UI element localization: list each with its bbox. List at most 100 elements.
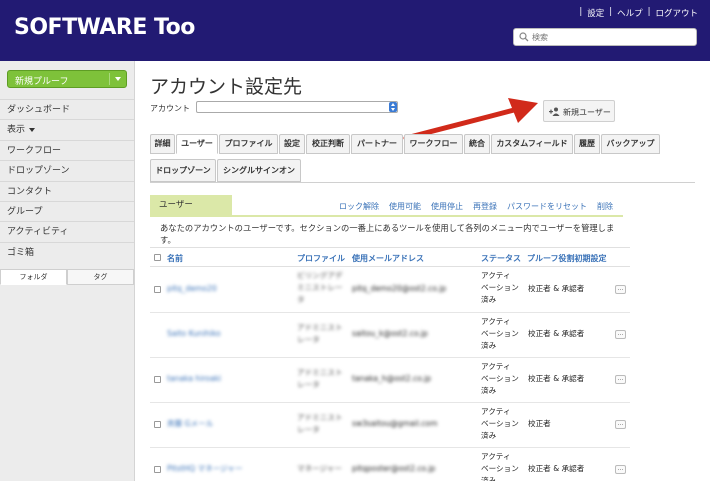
tab-partners[interactable]: パートナー xyxy=(351,134,403,154)
tab-backup[interactable]: バックアップ xyxy=(601,134,660,154)
status-line: アクティ xyxy=(481,407,511,416)
user-role: 校正者 & 承認者 xyxy=(528,284,585,293)
disable-link[interactable]: 使用停止 xyxy=(431,201,463,212)
user-actions: ロック解除 使用可能 使用停止 再登録 パスワードをリセット 削除 xyxy=(339,201,613,212)
tab-settings[interactable]: 設定 xyxy=(279,134,305,154)
user-role: 校正者 & 承認者 xyxy=(528,374,585,383)
search-box[interactable] xyxy=(513,28,697,46)
sidebar-item-groups[interactable]: グループ xyxy=(0,200,134,221)
settings-link[interactable]: 設定 xyxy=(587,7,604,19)
user-profile: アドミニスト レータ xyxy=(297,322,343,346)
account-select[interactable] xyxy=(196,101,398,113)
row-menu-button[interactable]: ... xyxy=(615,330,626,339)
chevron-down-icon[interactable] xyxy=(115,77,121,81)
status-line: アクティ xyxy=(481,362,511,371)
sidebar-item-label: 表示 xyxy=(7,125,26,136)
account-label: アカウント xyxy=(150,104,190,113)
sidebar-item-contacts[interactable]: コンタクト xyxy=(0,180,134,201)
help-link[interactable]: ヘルプ xyxy=(617,7,643,19)
logout-link[interactable]: ログアウト xyxy=(655,7,698,19)
row-checkbox[interactable] xyxy=(154,421,161,428)
profile-line: マネージャー xyxy=(297,464,343,473)
user-name[interactable]: Saito Kunihiko xyxy=(167,328,221,340)
reset-password-link[interactable]: パスワードをリセット xyxy=(507,201,587,212)
tab-integration[interactable]: 統合 xyxy=(464,134,490,154)
column-email[interactable]: 使用メールアドレス xyxy=(352,253,424,264)
profile-line: レータ xyxy=(297,380,320,389)
user-role: 校正者 & 承認者 xyxy=(528,329,585,338)
row-menu-button[interactable]: ... xyxy=(615,375,626,384)
tab-folders[interactable]: フォルダ xyxy=(0,269,67,285)
sidebar-item-activity[interactable]: アクティビティ xyxy=(0,221,134,241)
sidebar-nav: ダッシュボード 表示 ワークフロー ドロップゾーン コンタクト グループ アクテ… xyxy=(0,99,134,262)
row-menu-button[interactable]: ... xyxy=(615,285,626,294)
select-all-checkbox[interactable] xyxy=(154,254,161,261)
profile-line: レータ xyxy=(297,425,320,434)
reregister-link[interactable]: 再登録 xyxy=(473,201,497,212)
column-proof-role[interactable]: プルーフ役割初期設定 xyxy=(527,253,607,264)
status-line: 済み xyxy=(481,386,497,395)
row-menu-button[interactable]: ... xyxy=(615,420,626,429)
sidebar-item-dropzone[interactable]: ドロップゾーン xyxy=(0,160,134,180)
user-email: pitq_demo20@ost2.co.jp xyxy=(352,284,447,293)
sidebar-item-workflow[interactable]: ワークフロー xyxy=(0,139,134,160)
tab-details[interactable]: 詳細 xyxy=(150,134,175,154)
status-line: 済み xyxy=(481,341,497,350)
user-email: sw3saitou@gmail.com xyxy=(352,419,438,428)
chevron-down-icon xyxy=(29,127,36,132)
tab-users[interactable]: ユーザー xyxy=(176,134,218,154)
enable-link[interactable]: 使用可能 xyxy=(389,201,421,212)
sidebar-item-label: グループ xyxy=(7,206,43,217)
sidebar-item-trash[interactable]: ゴミ箱 xyxy=(0,241,134,262)
sidebar-item-label: コンタクト xyxy=(7,186,53,197)
row-menu-button[interactable]: ... xyxy=(615,465,626,474)
user-status: アクティ ベーション 済み xyxy=(481,451,519,481)
table-header: 名前 プロファイル 使用メールアドレス ステータス プルーフ役割初期設定 xyxy=(150,247,630,267)
sidebar-item-view[interactable]: 表示 xyxy=(0,119,134,139)
column-status[interactable]: ステータス xyxy=(481,253,521,264)
section-title: ユーザー xyxy=(150,195,232,216)
sidebar-item-label: ワークフロー xyxy=(7,145,62,156)
user-status: アクティ ベーション 済み xyxy=(481,270,519,306)
new-proof-button[interactable]: 新規プルーフ xyxy=(7,70,127,88)
tab-sso[interactable]: シングルサインオン xyxy=(217,159,301,182)
unlock-link[interactable]: ロック解除 xyxy=(339,201,379,212)
user-profile: アドミニスト レータ xyxy=(297,367,343,391)
new-proof-label: 新規プルーフ xyxy=(15,77,69,87)
column-name[interactable]: 名前 xyxy=(167,253,183,264)
row-checkbox[interactable] xyxy=(154,466,161,473)
table-row[interactable]: 斉藤 Gメール アドミニスト レータ sw3saitou@gmail.com ア… xyxy=(150,403,630,448)
profile-line: ビリングアデ xyxy=(297,271,343,280)
table-row[interactable]: pitq_demo20 ビリングアデ ミニストレー タ pitq_demo20@… xyxy=(150,267,630,313)
logo[interactable]: SOFTWARE Too xyxy=(14,15,195,40)
user-name[interactable]: PitstHQ マネージャー xyxy=(167,463,243,475)
sidebar-tabs: フォルダ タグ xyxy=(0,269,134,285)
table-row[interactable]: Saito Kunihiko アドミニスト レータ saitou_k@ost2.… xyxy=(150,313,630,358)
page-title: アカウント設定先 xyxy=(150,76,303,98)
tab-dropzone[interactable]: ドロップゾーン xyxy=(150,159,216,182)
sidebar-item-label: ドロップゾーン xyxy=(7,166,70,177)
delete-link[interactable]: 削除 xyxy=(597,201,613,212)
tab-custom-fields[interactable]: カスタムフィールド xyxy=(491,134,573,154)
tab-tags[interactable]: タグ xyxy=(67,269,134,285)
tab-profiles[interactable]: プロファイル xyxy=(219,134,278,154)
sidebar-item-dashboard[interactable]: ダッシュボード xyxy=(0,99,134,119)
user-name[interactable]: tanaka hiroaki xyxy=(167,373,221,385)
tab-workflow[interactable]: ワークフロー xyxy=(404,134,463,154)
row-checkbox[interactable] xyxy=(154,376,161,383)
tab-history[interactable]: 履歴 xyxy=(574,134,600,154)
search-input[interactable] xyxy=(532,31,692,44)
section-description: あなたのアカウントのユーザーです。セクションの一番上にあるツールを使用して各列の… xyxy=(160,223,615,245)
table-row[interactable]: tanaka hiroaki アドミニスト レータ tanaka_h@ost2.… xyxy=(150,358,630,403)
sidebar-item-label: ダッシュボード xyxy=(7,105,71,115)
top-links: | 設定 | ヘルプ | ログアウト xyxy=(579,7,698,19)
status-line: アクティ xyxy=(481,317,511,326)
new-user-button[interactable]: 新規ユーザー xyxy=(543,100,615,122)
row-checkbox[interactable] xyxy=(154,286,161,293)
user-name[interactable]: 斉藤 Gメール xyxy=(167,418,213,430)
user-name[interactable]: pitq_demo20 xyxy=(167,283,217,295)
column-profile[interactable]: プロファイル xyxy=(297,253,345,264)
tab-proof-decisions[interactable]: 校正判断 xyxy=(306,134,350,154)
link-separator: | xyxy=(609,7,613,17)
table-row[interactable]: PitstHQ マネージャー マネージャー pitqposter@ost2.co… xyxy=(150,448,630,481)
